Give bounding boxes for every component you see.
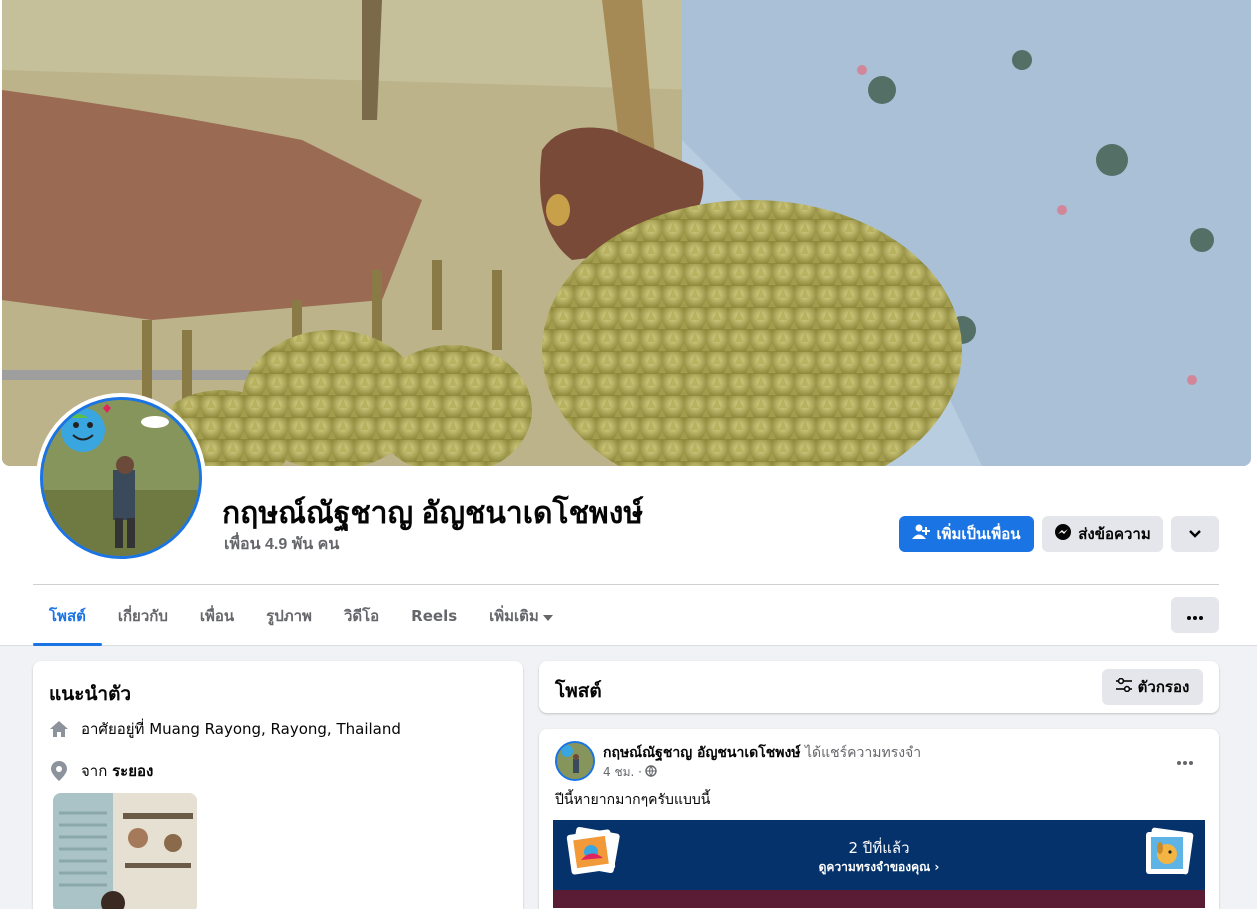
lives-in-prefix: อาศัยอยู่ที่ (81, 720, 145, 738)
memory-preview (553, 890, 1205, 908)
tab-friends[interactable]: เพื่อน (184, 586, 250, 646)
post-text: ปีนี้หายากมากๆครับแบบนี้ (555, 792, 711, 808)
posts-title: โพสต์ (555, 680, 602, 702)
intro-card: แนะนำตัว อาศัยอยู่ที่ Muang Rayong, Rayo… (33, 661, 523, 909)
tab-label: รูปภาพ (266, 607, 312, 625)
posts-header-card: โพสต์ ตัวกรอง (539, 661, 1219, 713)
post-card: กฤษณ์ณัฐชาญ อัญชนาเดโชพงษ์ ได้แชร์ความทร… (539, 729, 1219, 909)
message-button[interactable]: ส่งข้อความ (1042, 516, 1163, 552)
post-action: ได้แชร์ความทรงจำ (804, 745, 922, 761)
filter-icon (1115, 677, 1132, 696)
intro-title: แนะนำตัว (49, 683, 132, 705)
tab-videos[interactable]: วิดีโอ (328, 586, 395, 646)
view-memories-link[interactable]: ดูความทรงจำของคุณ › (553, 858, 1205, 877)
add-friend-label: เพิ่มเป็นเพื่อน (936, 525, 1021, 543)
post-options-button[interactable] (1167, 743, 1203, 779)
memory-title: 2 ปีที่แล้ว (848, 839, 910, 857)
header-divider (33, 584, 1219, 585)
messenger-icon (1054, 523, 1072, 545)
memory-banner[interactable]: 2 ปีที่แล้ว ดูความทรงจำของคุณ › (553, 820, 1205, 908)
tab-more[interactable]: เพิ่มเติม (473, 586, 569, 646)
post-timestamp[interactable]: 4 ชม. · (603, 763, 642, 782)
post-author-line: กฤษณ์ณัฐชาญ อัญชนาเดโชพงษ์ ได้แชร์ความทร… (603, 742, 921, 764)
post-author-avatar[interactable] (555, 741, 595, 781)
tab-photos[interactable]: รูปภาพ (250, 586, 328, 646)
cover-photo[interactable] (2, 0, 1251, 466)
tabs-more-options-button[interactable] (1171, 597, 1219, 633)
tab-label: วิดีโอ (343, 607, 380, 625)
profile-dropdown-button[interactable] (1171, 516, 1219, 552)
location-pin-icon (49, 761, 69, 781)
chevron-down-icon (1188, 525, 1202, 543)
tab-label: เพื่อน (199, 607, 235, 625)
filter-label: ตัวกรอง (1137, 678, 1190, 696)
featured-photo[interactable] (53, 793, 197, 909)
caret-down-icon (542, 607, 553, 625)
more-horizontal-icon (1177, 752, 1193, 770)
lives-in-value[interactable]: Muang Rayong, Rayong, Thailand (149, 720, 401, 738)
profile-name: กฤษณ์ณัฐชาญ อัญชนาเดโชพงษ์ (222, 497, 644, 530)
globe-icon (645, 765, 657, 780)
friend-count[interactable]: เพื่อน 4.9 พัน คน (224, 532, 339, 557)
post-meta: 4 ชม. · (603, 763, 657, 782)
lives-in-row: อาศัยอยู่ที่ Muang Rayong, Rayong, Thail… (49, 717, 401, 741)
from-prefix: จาก (81, 762, 108, 780)
post-author-name[interactable]: กฤษณ์ณัฐชาญ อัญชนาเดโชพงษ์ (603, 745, 801, 761)
more-horizontal-icon (1187, 606, 1203, 624)
filter-button[interactable]: ตัวกรอง (1102, 669, 1203, 705)
from-value[interactable]: ระยอง (112, 762, 153, 780)
tab-label: โพสต์ (49, 607, 86, 625)
tab-label: Reels (411, 607, 458, 625)
profile-avatar[interactable] (36, 393, 206, 563)
message-label: ส่งข้อความ (1078, 525, 1151, 543)
tab-posts[interactable]: โพสต์ (33, 586, 102, 646)
from-row: จาก ระยอง (49, 759, 153, 783)
tab-label: เกี่ยวกับ (117, 607, 168, 625)
tab-reels[interactable]: Reels (395, 586, 473, 646)
profile-tabs: โพสต์ เกี่ยวกับ เพื่อน รูปภาพ วิดีโอ Ree… (33, 586, 569, 646)
add-friend-icon (912, 524, 931, 544)
home-icon (49, 719, 69, 739)
tab-about[interactable]: เกี่ยวกับ (102, 586, 184, 646)
tab-label: เพิ่มเติม (489, 607, 539, 625)
add-friend-button[interactable]: เพิ่มเป็นเพื่อน (899, 516, 1034, 552)
